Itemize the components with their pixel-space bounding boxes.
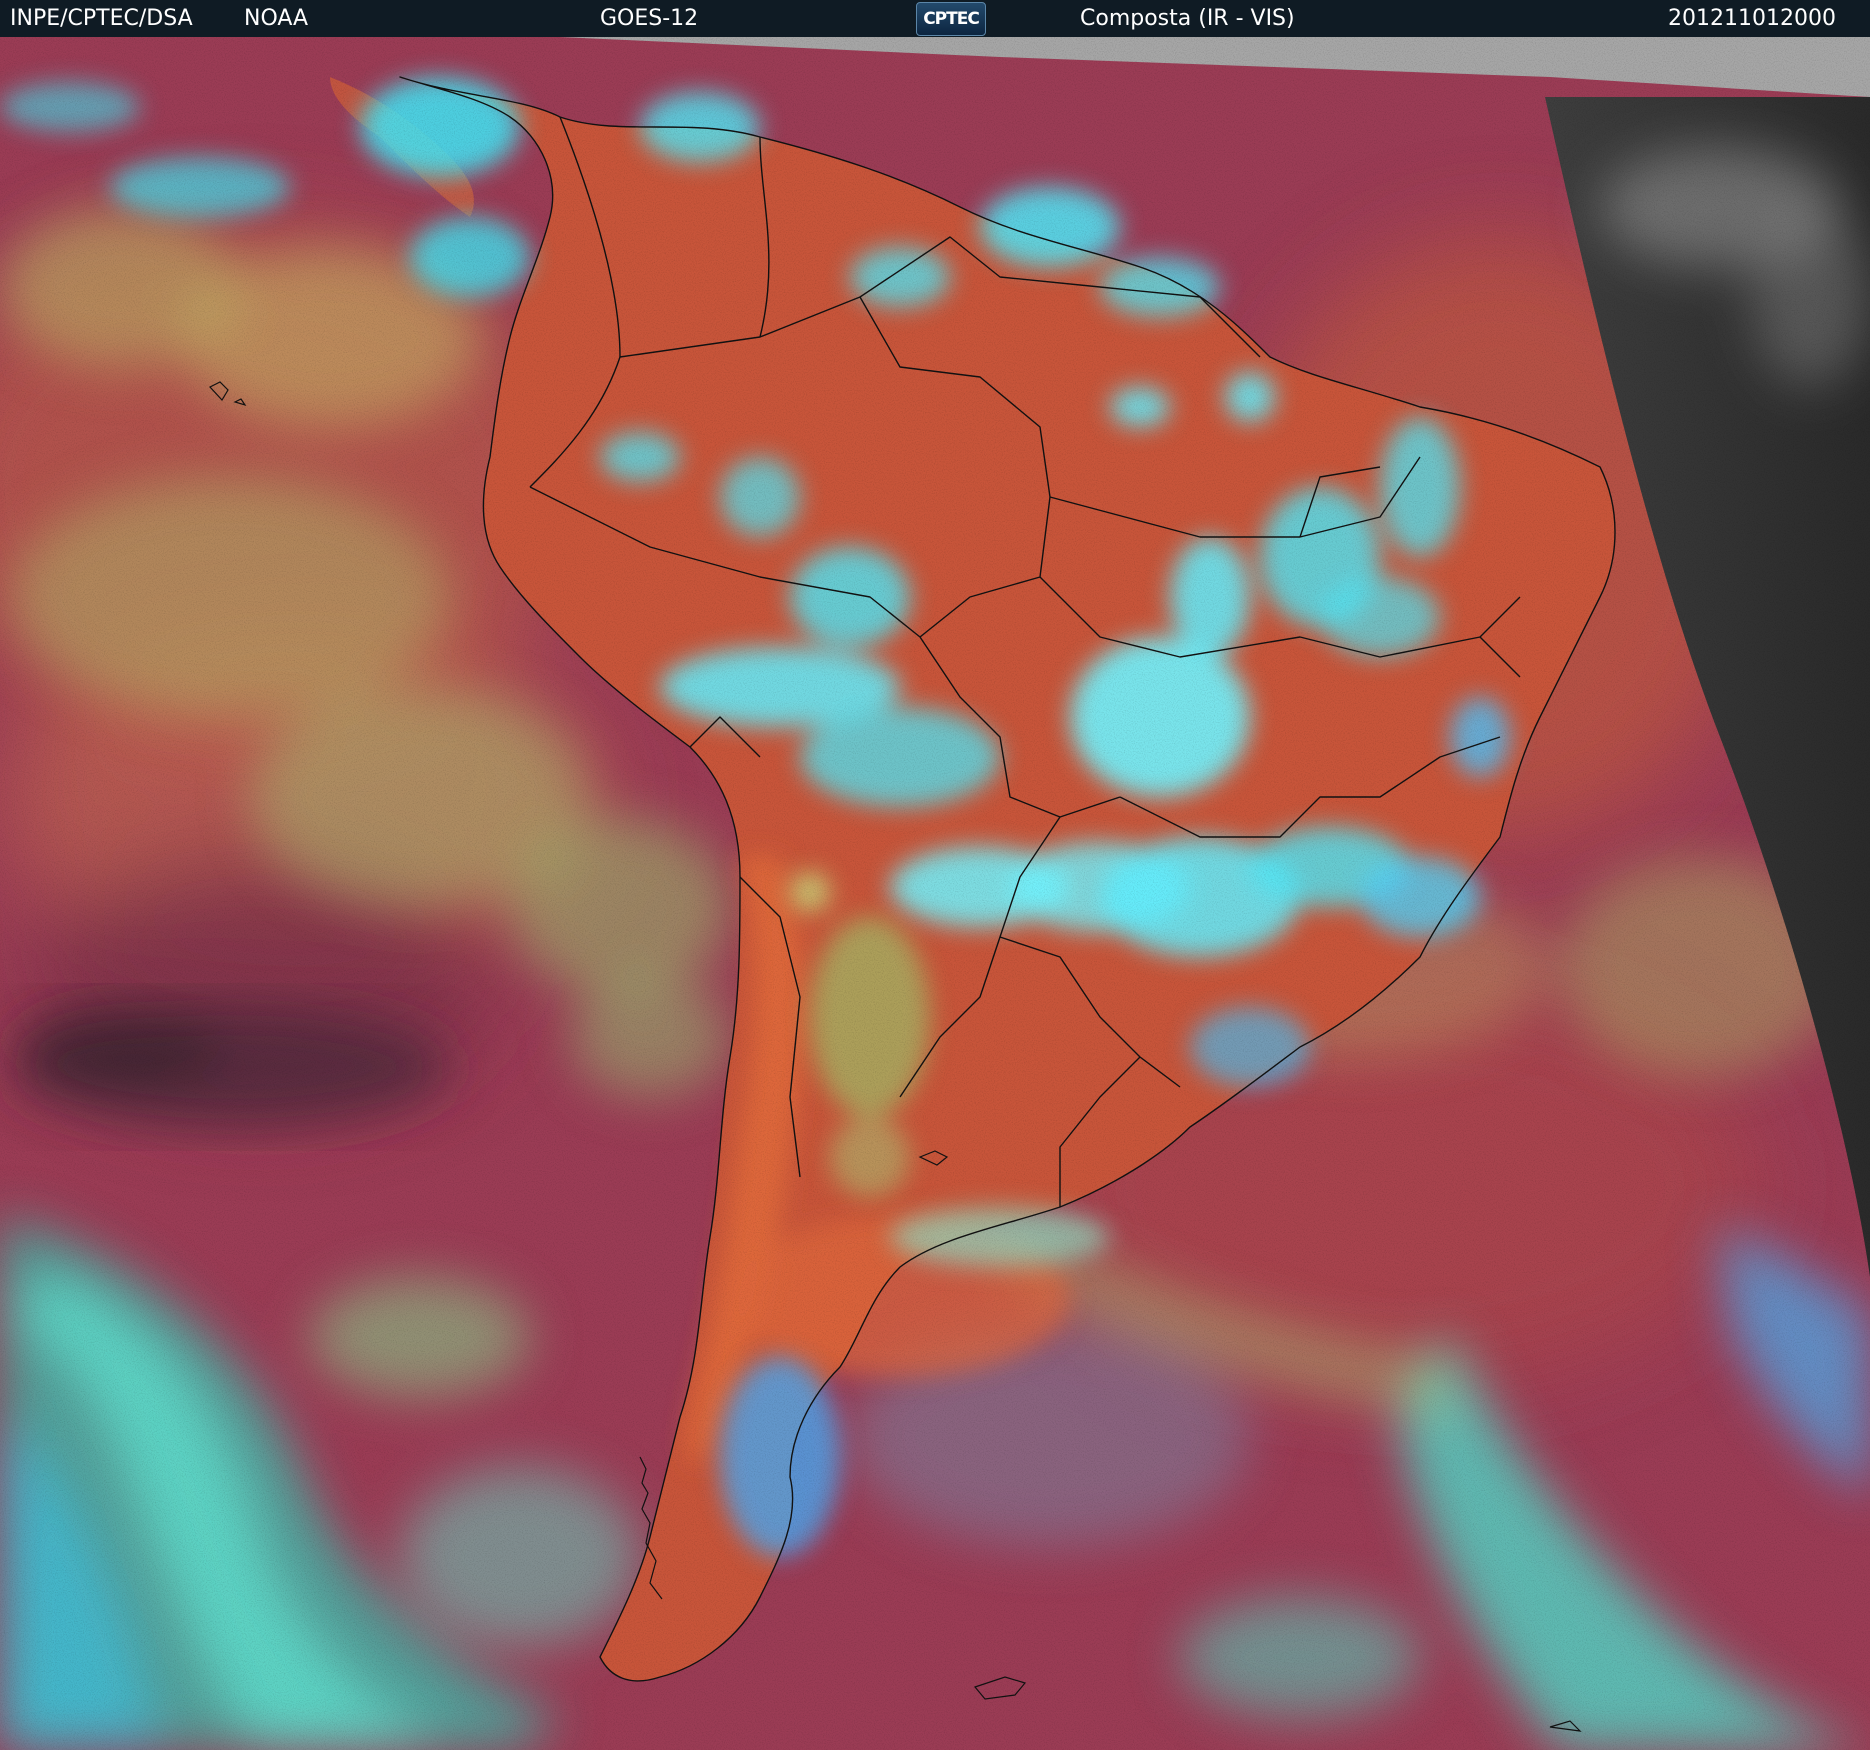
header-bar: INPE/CPTEC/DSA NOAA GOES-12 CPTEC Compos… (0, 0, 1870, 37)
organization-label: INPE/CPTEC/DSA (10, 6, 193, 31)
agency-label: NOAA (244, 6, 309, 31)
satellite-label: GOES-12 (600, 6, 699, 31)
satellite-image (0, 37, 1870, 1750)
image-grain-texture (0, 37, 1870, 1750)
satellite-composite (0, 37, 1870, 1750)
cptec-logo: CPTEC (916, 2, 986, 36)
product-label: Composta (IR - VIS) (1080, 6, 1295, 31)
timestamp-label: 201211012000 (1668, 6, 1836, 31)
